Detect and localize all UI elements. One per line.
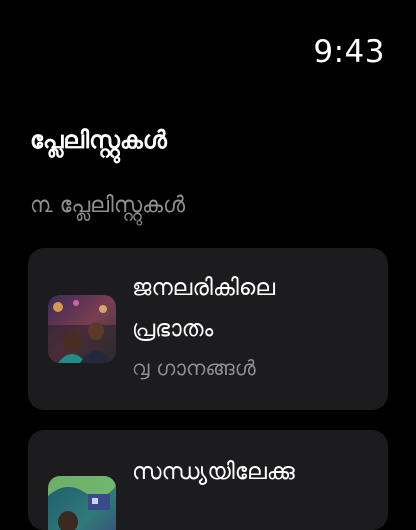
playlist-title-line: പ്രഭാതം [132, 316, 214, 342]
status-time: 9:43 [313, 34, 385, 70]
playlist-count-label: ൩ പ്ലേലിസ്റ്റുകൾ [30, 193, 186, 218]
playlist-song-count: ൮ ഗാനങ്ങൾ [132, 356, 256, 380]
playlist-title: സന്ധ്യയിലേക്കു [132, 452, 374, 493]
playlist-card[interactable]: ജനലരികിലെ പ്രഭാതം ൮ ഗാനങ്ങൾ [28, 248, 388, 410]
playlist-title: ജനലരികിലെ പ്രഭാതം [132, 268, 374, 350]
playlist-card[interactable]: സന്ധ്യയിലേക്കു [28, 430, 388, 530]
playlist-artwork [48, 295, 116, 363]
playlist-title-line: ജനലരികിലെ [132, 275, 275, 301]
playlist-artwork [48, 476, 116, 530]
page-title: പ്ലേലിസ്റ്റുകൾ [30, 126, 167, 154]
playlist-title-line: സന്ധ്യയിലേക്കു [132, 459, 295, 485]
